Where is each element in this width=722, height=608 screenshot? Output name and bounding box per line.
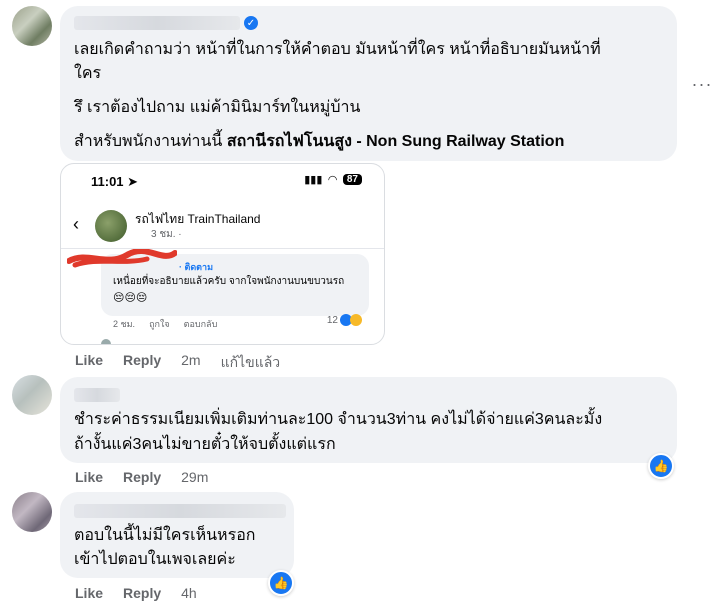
- signal-icon: ▮▮▮: [304, 174, 323, 186]
- comment-time[interactable]: 4h: [181, 585, 197, 601]
- comment-attachment-image[interactable]: 11:01 ➤ ▮▮▮ ◠ 87 ‹ รถไฟไทย TrainThailand…: [60, 163, 385, 345]
- comment-actions: Like Reply 4h: [75, 585, 217, 601]
- reply-button[interactable]: Reply: [123, 352, 161, 374]
- verified-badge-icon: ✓: [244, 16, 258, 30]
- commenter-avatar[interactable]: [12, 492, 52, 532]
- comment-actions: Like Reply 29m: [75, 469, 228, 485]
- commenter-avatar[interactable]: [12, 375, 52, 415]
- comment-actions: Like Reply 2m แก้ไขแล้ว: [75, 352, 300, 374]
- like-reaction-icon[interactable]: 👍: [648, 453, 674, 479]
- like-reaction-icon[interactable]: 👍: [268, 570, 294, 596]
- comment-text-line: รึ เราต้องไปถาม แม่ค้ามินิมาร์ทในหมู่บ้า…: [74, 99, 361, 116]
- reply-button[interactable]: Reply: [123, 585, 161, 601]
- comment-time[interactable]: 2m: [181, 352, 200, 374]
- status-icons: ▮▮▮ ◠ 87: [304, 173, 362, 186]
- comment-text-line: เลยเกิดคำถามว่า หน้าที่ในการให้คำตอบ มัน…: [74, 41, 601, 58]
- comment-text-line: ใคร: [74, 65, 102, 82]
- like-button[interactable]: Like: [75, 469, 103, 485]
- comment-text-line: เข้าไปตอบในเพจเลยค่ะ: [74, 551, 236, 568]
- more-options-icon[interactable]: ···: [684, 66, 720, 102]
- back-arrow-icon: ‹: [73, 214, 79, 234]
- comment-text-plain: สำหรับพนักงานท่านนี้: [74, 133, 227, 150]
- commenter-name-redacted[interactable]: [74, 504, 286, 518]
- comment-text-line: สำหรับพนักงานท่านนี้ สถานีรถไฟโนนสูง - N…: [74, 130, 564, 154]
- embedded-emojis: 😔😔😔: [113, 292, 148, 304]
- embedded-actions: 2 ชม. ถูกใจ ตอบกลับ: [113, 319, 218, 329]
- next-comment-avatar: [101, 339, 111, 344]
- like-button[interactable]: Like: [75, 352, 103, 374]
- comment-text-line: ถ้างั้นแค่3คนไม่ขายตั๋วให้จบตั้งแต่แรก: [74, 436, 336, 453]
- red-scribble-redaction: [67, 249, 177, 268]
- commenter-name-redacted[interactable]: [74, 388, 120, 402]
- edited-label: แก้ไขแล้ว: [220, 354, 281, 370]
- status-clock: 11:01 ➤: [91, 174, 139, 189]
- commenter-name-redacted[interactable]: [74, 16, 240, 30]
- battery-icon: 87: [342, 174, 362, 185]
- comment-text-line: ชำระค่าธรรมเนียมเพิ่มเติมท่านละ100 จำนวน…: [74, 411, 603, 428]
- wifi-icon: ◠: [328, 174, 337, 186]
- embedded-comment-text: เหนื่อยที่จะอธิบายแล้วครับ จากใจพนักงานบ…: [113, 276, 345, 287]
- like-button[interactable]: Like: [75, 585, 103, 601]
- comment-time[interactable]: 29m: [181, 469, 208, 485]
- commenter-avatar[interactable]: [12, 6, 52, 46]
- page-mention-link[interactable]: สถานีรถไฟโนนสูง - Non Sung Railway Stati…: [227, 133, 565, 150]
- embedded-follow-label: · ติดตาม: [179, 262, 214, 272]
- page-avatar: [95, 210, 127, 242]
- embedded-post-header: ‹ รถไฟไทย TrainThailand 3 ชม. ·: [61, 204, 384, 249]
- reply-button[interactable]: Reply: [123, 469, 161, 485]
- comment-text-line: ตอบในนี้ไม่มีใครเห็นหรอก: [74, 527, 256, 544]
- embedded-reaction-count: 12: [327, 314, 362, 326]
- embedded-page-time: 3 ชม. ·: [151, 229, 182, 240]
